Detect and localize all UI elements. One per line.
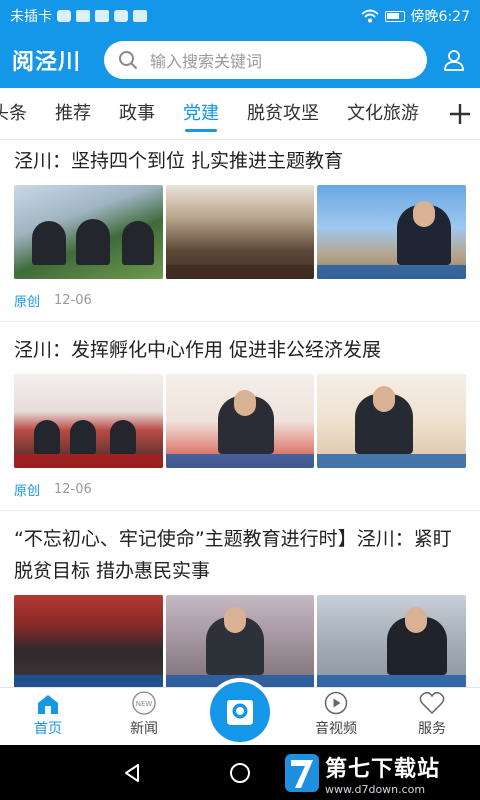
article-image[interactable] (14, 374, 163, 468)
app-title: 阅泾川 (12, 49, 82, 75)
article-meta: 原创 12-06 (14, 279, 466, 321)
carrier-text: 未插卡 (10, 9, 52, 25)
article-thumbnails[interactable] (14, 185, 467, 279)
nav-news[interactable]: NEW 新闻 (96, 688, 192, 746)
nav-home-label: 首页 (34, 721, 62, 737)
watermark: 第七下载站 www.d7down.com (285, 748, 480, 798)
article-image[interactable] (14, 595, 163, 687)
svg-text:NEW: NEW (136, 700, 153, 708)
article-meta: 原创 12-06 (14, 468, 466, 510)
nav-home[interactable]: 首页 (0, 688, 96, 746)
watermark-name: 第七下载站 (325, 756, 441, 782)
tabs-fade (412, 88, 442, 139)
news-icon: NEW (132, 691, 156, 715)
heart-icon (419, 691, 445, 715)
nav-service[interactable]: 服务 (384, 688, 480, 746)
category-tabs: 头条 推荐 政事 党建 脱贫攻坚 文化旅游 (0, 88, 480, 140)
person-icon (76, 10, 90, 22)
search-icon (119, 51, 138, 70)
article-card[interactable]: 泾川：坚持四个到位 扎实推进主题教育 原创 12-06 (0, 141, 480, 322)
status-bar: 未插卡 傍晚6:27 (0, 0, 480, 32)
article-card[interactable]: 泾川：发挥孵化中心作用 促进非公经济发展 原创 12-06 (0, 322, 480, 511)
health-icon (57, 10, 71, 22)
article-image[interactable] (165, 185, 315, 279)
article-image[interactable] (317, 185, 467, 279)
tab-party-building[interactable]: 党建 (183, 88, 219, 139)
back-icon[interactable] (122, 763, 142, 783)
original-tag: 原创 (14, 294, 41, 310)
play-icon (324, 691, 348, 715)
nav-news-label: 新闻 (130, 721, 158, 737)
tab-politics[interactable]: 政事 (119, 88, 155, 139)
wifi-icon (360, 9, 379, 23)
article-card[interactable]: “不忘初心、牢记使命”主题教育进行时】泾川：紧盯脱贫目标 措办惠民实事 (0, 511, 480, 687)
watermark-logo-icon (285, 754, 319, 792)
app-header: 阅泾川 输入搜索关键词 (0, 32, 480, 88)
nav-video-label: 音视频 (315, 721, 357, 737)
plus-icon (450, 104, 470, 124)
article-image[interactable] (165, 595, 315, 687)
nav-video[interactable]: 音视频 (288, 688, 384, 746)
tiktok-icon (95, 10, 109, 22)
article-thumbnails[interactable] (14, 595, 467, 687)
article-thumbnails[interactable] (14, 374, 467, 468)
app-notification-icon (114, 10, 128, 22)
article-image[interactable] (14, 185, 163, 279)
search-placeholder: 输入搜索关键词 (150, 52, 263, 71)
search-input[interactable]: 输入搜索关键词 (104, 41, 427, 79)
sim-icon (133, 10, 147, 22)
camera-icon (227, 700, 253, 725)
user-profile-icon[interactable] (443, 49, 465, 71)
tab-headlines[interactable]: 头条 (0, 88, 27, 139)
article-image[interactable] (165, 374, 315, 468)
clock-text: 傍晚6:27 (410, 9, 470, 25)
article-title[interactable]: 泾川：坚持四个到位 扎实推进主题教育 (14, 141, 466, 177)
article-title[interactable]: “不忘初心、牢记使命”主题教育进行时】泾川：紧盯脱贫目标 措办惠民实事 (14, 511, 466, 587)
article-image[interactable] (317, 595, 467, 687)
tab-poverty-alleviation[interactable]: 脱贫攻坚 (247, 88, 319, 139)
status-left: 未插卡 (10, 6, 361, 26)
add-channel-button[interactable] (440, 88, 480, 139)
watermark-url: www.d7down.com (325, 782, 426, 796)
status-right: 傍晚6:27 (360, 6, 470, 26)
original-tag: 原创 (14, 483, 41, 499)
nav-service-label: 服务 (418, 721, 446, 737)
home-circle-icon[interactable] (229, 762, 251, 784)
publish-date: 12-06 (54, 292, 92, 308)
home-icon (38, 695, 58, 714)
tab-culture-tourism[interactable]: 文化旅游 (347, 88, 419, 139)
center-camera-button[interactable] (210, 682, 270, 742)
news-feed[interactable]: 泾川：坚持四个到位 扎实推进主题教育 原创 12-06 泾川：发挥孵化中心作用 … (0, 141, 480, 687)
tabs-scroll: 头条 推荐 政事 党建 脱贫攻坚 文化旅游 (0, 88, 447, 139)
battery-icon (384, 10, 405, 22)
article-image[interactable] (317, 374, 467, 468)
tab-recommended[interactable]: 推荐 (55, 88, 91, 139)
publish-date: 12-06 (54, 481, 92, 497)
article-title[interactable]: 泾川：发挥孵化中心作用 促进非公经济发展 (14, 322, 466, 366)
watermark-text: 第七下载站 www.d7down.com (325, 751, 440, 796)
